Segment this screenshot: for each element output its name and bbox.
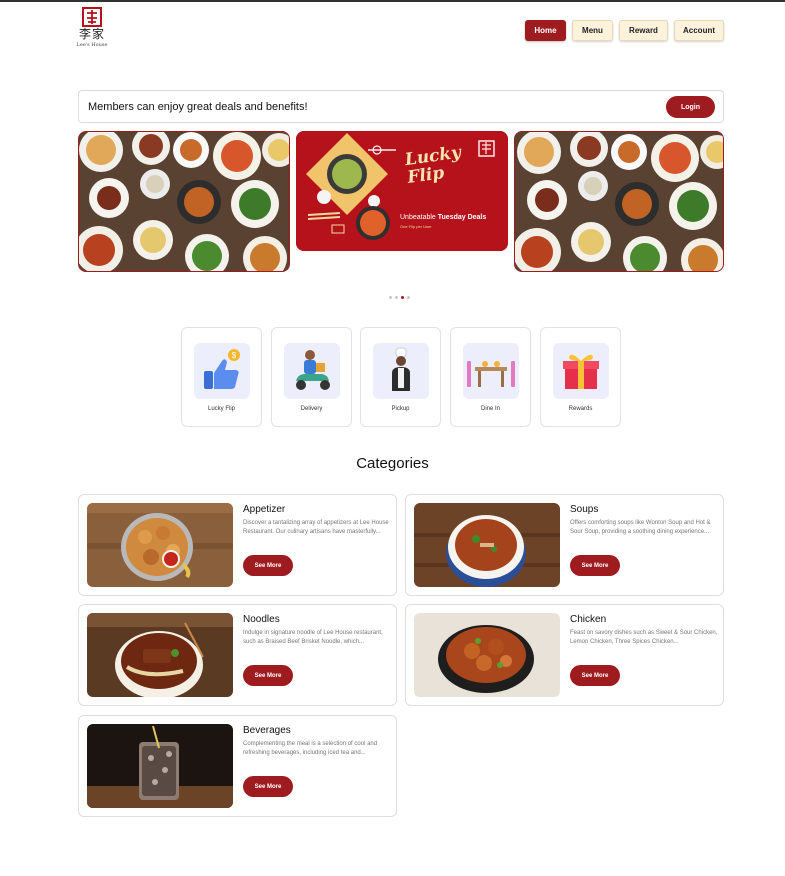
gift-icon <box>553 343 609 399</box>
promo-tagline: Unbeatable Tuesday Deals <box>400 214 486 221</box>
window-top-border <box>0 0 785 2</box>
see-more-button[interactable]: See More <box>243 665 293 686</box>
category-card-noodles[interactable]: Noodles Indulge in signature noodle of L… <box>78 604 397 706</box>
carousel-dots <box>389 296 410 299</box>
thumbs-up-icon: $ <box>194 343 250 399</box>
delivery-scooter-icon <box>284 343 340 399</box>
see-more-button[interactable]: See More <box>243 555 293 576</box>
beverages-image <box>87 724 233 808</box>
carousel-dot[interactable] <box>407 296 410 299</box>
carousel-slide-food-right[interactable] <box>514 131 724 272</box>
service-label: Lucky Flip <box>207 406 235 412</box>
service-lucky-flip[interactable]: $ Lucky Flip <box>181 327 262 427</box>
service-delivery[interactable]: Delivery <box>271 327 352 427</box>
noodles-image <box>87 613 233 697</box>
see-more-button[interactable]: See More <box>570 555 620 576</box>
carousel-slide-promo[interactable]: Lucky Flip Unbeatable Tuesday Deals One … <box>296 131 508 251</box>
categories-title: Categories <box>356 455 429 472</box>
service-pickup[interactable]: Pickup <box>360 327 441 427</box>
category-description: Feast on savory dishes such as Sweet & S… <box>570 630 718 645</box>
promo-tagline-bold: Tuesday Deals <box>437 214 487 221</box>
nav-home-button[interactable]: Home <box>525 20 566 41</box>
carousel-dot[interactable] <box>395 296 398 299</box>
service-label: Rewards <box>568 406 593 412</box>
chef-icon <box>373 343 429 399</box>
category-card-soups[interactable]: Soups Offers comforting soups like Wonto… <box>405 494 724 596</box>
category-name: Soups <box>570 504 599 515</box>
carousel-slide-food-left[interactable] <box>78 131 290 272</box>
food-spread-image <box>515 132 723 271</box>
login-button[interactable]: Login <box>666 96 715 118</box>
promo-tagline-prefix: Unbeatable <box>400 214 438 221</box>
member-message: Members can enjoy great deals and benefi… <box>88 101 308 113</box>
category-name: Chicken <box>570 614 607 625</box>
category-name: Noodles <box>243 614 280 625</box>
service-label: Pickup <box>391 406 410 412</box>
member-banner: Members can enjoy great deals and benefi… <box>78 90 724 123</box>
service-rewards[interactable]: Rewards <box>540 327 621 427</box>
category-description: Offers comforting soups like Wonton Soup… <box>570 520 711 535</box>
promo-artwork <box>296 131 508 251</box>
category-description: Discover a tantalizing array of appetize… <box>243 520 389 535</box>
category-name: Beverages <box>243 725 291 736</box>
nav-menu-button[interactable]: Menu <box>572 20 613 41</box>
logo-en-text: Lee's House <box>76 42 108 48</box>
category-description: Complementing the meal is a selection of… <box>243 741 378 756</box>
carousel-dot-active[interactable] <box>401 296 404 299</box>
category-card-chicken[interactable]: Chicken Feast on savory dishes such as S… <box>405 604 724 706</box>
promo-subline: One Flip per User <box>400 224 432 229</box>
category-name: Appetizer <box>243 504 286 515</box>
service-label: Dine In <box>480 406 500 412</box>
category-card-appetizer[interactable]: Appetizer Discover a tantalizing array o… <box>78 494 397 596</box>
dining-table-icon <box>463 343 519 399</box>
see-more-button[interactable]: See More <box>570 665 620 686</box>
soups-image <box>414 503 560 587</box>
nav-account-button[interactable]: Account <box>674 20 724 41</box>
service-label: Delivery <box>300 406 323 412</box>
see-more-button[interactable]: See More <box>243 776 293 797</box>
category-description: Indulge in signature noodle of Lee House… <box>243 630 383 645</box>
category-card-beverages[interactable]: Beverages Complementing the meal is a se… <box>78 715 397 817</box>
chicken-image <box>414 613 560 697</box>
brand-logo[interactable]: 李家 Lee's House <box>73 6 111 50</box>
svg-text:$: $ <box>232 351 237 360</box>
carousel-dot[interactable] <box>389 296 392 299</box>
logo-seal-icon <box>82 7 102 27</box>
food-spread-image <box>79 132 289 271</box>
nav-reward-button[interactable]: Reward <box>619 20 668 41</box>
service-dine-in[interactable]: Dine In <box>450 327 531 427</box>
logo-cjk-text: 李家 <box>78 27 105 41</box>
appetizer-image <box>87 503 233 587</box>
